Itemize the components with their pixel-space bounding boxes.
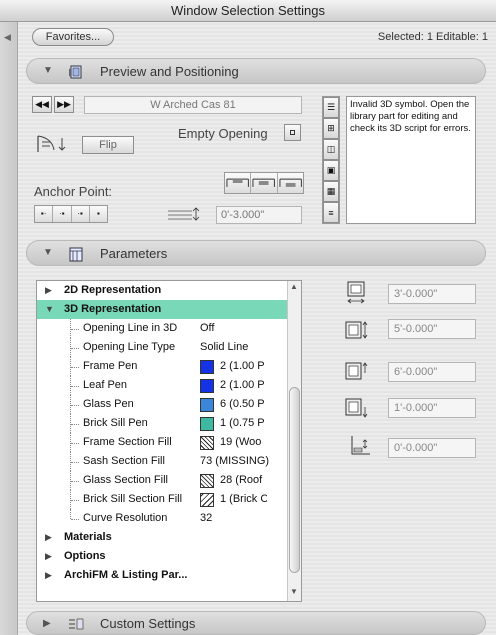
hatch-brick-icon (200, 493, 214, 507)
expand-triangle-icon[interactable]: ▶ (45, 528, 52, 547)
head-height-icon (345, 362, 368, 380)
anchor-left-icon[interactable]: ▪· (35, 206, 54, 222)
sill-depth-field[interactable]: 0'-3.000" (216, 206, 302, 224)
view-mode-toolbar: ☰ ⊞ ◫ ▣ ▦ ≡ (322, 96, 340, 224)
param-row[interactable]: Glass Pen 6 (0.50 P (37, 395, 299, 414)
square-dot-icon (290, 130, 295, 135)
door-swing-icon (37, 135, 66, 152)
parameters-list[interactable]: ▶ 2D Representation ▼ 3D Representation … (36, 280, 302, 602)
anchor-point-selector[interactable]: ▪· ·▪ ·▪ ▪ (34, 205, 108, 223)
param-row[interactable]: Sash Section Fill 73 (MISSING) (37, 452, 299, 471)
list-item-2d-representation[interactable]: ▶ 2D Representation (37, 281, 299, 300)
scrollbar-thumb[interactable] (289, 387, 300, 573)
anchor-right-icon[interactable]: ·▪ (72, 206, 90, 222)
plan-icon: ⊞ (327, 123, 335, 133)
list-item-3d-representation[interactable]: ▼ 3D Representation (37, 300, 299, 319)
text-lines-icon: ≡ (328, 207, 334, 218)
reveal-depth-field[interactable]: 0'-0.000" (388, 438, 476, 458)
pen-color-swatch (200, 360, 214, 374)
side-collapse-strip[interactable]: ◀ (0, 22, 18, 635)
width-dimension-icon (347, 281, 365, 304)
next-part-button[interactable]: ▶▶ (54, 96, 74, 113)
param-row[interactable]: Opening Line in 3D Off (37, 319, 299, 338)
section-title-custom: Custom Settings (100, 616, 196, 631)
section-title-preview: Preview and Positioning (100, 64, 239, 79)
hatch-roof-icon (200, 474, 214, 488)
param-row[interactable]: Brick Sill Pen 1 (0.75 P (37, 414, 299, 433)
previous-part-button[interactable]: ◀◀ (32, 96, 52, 113)
section-header-custom[interactable]: ▶ Custom Settings (26, 611, 486, 635)
pen-color-swatch (200, 417, 214, 431)
param-row[interactable]: Curve Resolution 32 (37, 509, 299, 528)
selection-status: Selected: 1 Editable: 1 (377, 31, 488, 43)
height-dimension-icon (345, 321, 368, 339)
reveal-depth-icon (351, 436, 370, 455)
settings-content: Favorites... Selected: 1 Editable: 1 ▼ P… (18, 22, 496, 635)
width-field[interactable]: 3'-0.000" (388, 284, 476, 304)
empty-opening-toggle[interactable] (284, 124, 301, 141)
view-list-button[interactable]: ☰ (323, 97, 339, 118)
window-title: Window Selection Settings (0, 0, 496, 22)
pen-color-swatch (200, 379, 214, 393)
anchor-point-label: Anchor Point: (34, 184, 113, 199)
rewind-icon: ◀◀ (35, 99, 49, 109)
param-row[interactable]: Opening Line Type Solid Line (37, 338, 299, 357)
anchor-custom-icon[interactable]: ▪ (90, 206, 107, 222)
elevation-icon: ▦ (326, 186, 336, 196)
parameters-icon (69, 247, 83, 262)
head-height-field[interactable]: 6'-0.000" (388, 362, 476, 382)
sill-height-field[interactable]: 1'-0.000" (388, 398, 476, 418)
collapse-arrow-icon[interactable]: ◀ (4, 32, 11, 43)
param-row[interactable]: Frame Section Fill 19 (Woo (37, 433, 299, 452)
section-collapse-icon[interactable]: ▼ (43, 247, 53, 258)
pen-color-swatch (200, 398, 214, 412)
forward-icon: ▶▶ (57, 99, 71, 109)
collapse-triangle-icon[interactable]: ▼ (45, 300, 54, 319)
expand-triangle-icon[interactable]: ▶ (45, 281, 52, 300)
parameters-scrollbar[interactable]: ▲ ▼ (287, 281, 301, 601)
empty-opening-label: Empty Opening (178, 126, 268, 141)
flip-button[interactable]: Flip (82, 136, 134, 154)
section-icon: ◫ (326, 144, 336, 154)
section-title-parameters: Parameters (100, 246, 168, 261)
section-header-parameters[interactable]: ▼ Parameters (26, 240, 486, 266)
list-item-archifm-listing[interactable]: ▶ ArchiFM & Listing Par... (37, 566, 299, 585)
wall-outside-icon[interactable] (225, 173, 252, 193)
list-item-materials[interactable]: ▶ Materials (37, 528, 299, 547)
cube-icon: ▣ (326, 165, 336, 175)
wall-center-icon[interactable] (251, 173, 278, 193)
sill-depth-icon (168, 207, 200, 221)
list-item-options[interactable]: ▶ Options (37, 547, 299, 566)
view-text-button[interactable]: ≡ (323, 202, 339, 223)
param-row[interactable]: Leaf Pen 2 (1.00 P (37, 376, 299, 395)
list-icon: ☰ (326, 102, 336, 112)
preview-message-box: Invalid 3D symbol. Open the library part… (346, 96, 476, 224)
expand-triangle-icon[interactable]: ▶ (45, 566, 52, 585)
param-row[interactable]: Glass Section Fill 28 (Roof (37, 471, 299, 490)
section-expand-icon[interactable]: ▶ (43, 618, 51, 629)
wall-position-selector[interactable] (224, 172, 304, 194)
view-plan-button[interactable]: ⊞ (323, 118, 339, 139)
scroll-down-icon[interactable]: ▼ (290, 587, 298, 596)
favorites-button[interactable]: Favorites... (32, 28, 114, 46)
view-section-button[interactable]: ◫ (323, 139, 339, 160)
param-row[interactable]: Brick Sill Section Fill 1 (Brick C (37, 490, 299, 509)
part-name-field[interactable]: W Arched Cas 81 (84, 96, 302, 114)
height-field[interactable]: 5'-0.000" (388, 319, 476, 339)
view-elevation-button[interactable]: ▦ (323, 181, 339, 202)
anchor-center-icon[interactable]: ·▪ (53, 206, 72, 222)
custom-settings-icon (69, 618, 84, 630)
sill-height-icon (345, 398, 368, 418)
section-collapse-icon[interactable]: ▼ (43, 65, 53, 76)
scroll-up-icon[interactable]: ▲ (290, 282, 298, 291)
section-header-preview[interactable]: ▼ Preview and Positioning (26, 58, 486, 84)
hatch-wood-icon (200, 436, 214, 450)
wall-inside-icon[interactable] (278, 173, 303, 193)
view-3d-button[interactable]: ▣ (323, 160, 339, 181)
param-row[interactable]: Frame Pen 2 (1.00 P (37, 357, 299, 376)
window-preview-icon (69, 65, 82, 79)
expand-triangle-icon[interactable]: ▶ (45, 547, 52, 566)
